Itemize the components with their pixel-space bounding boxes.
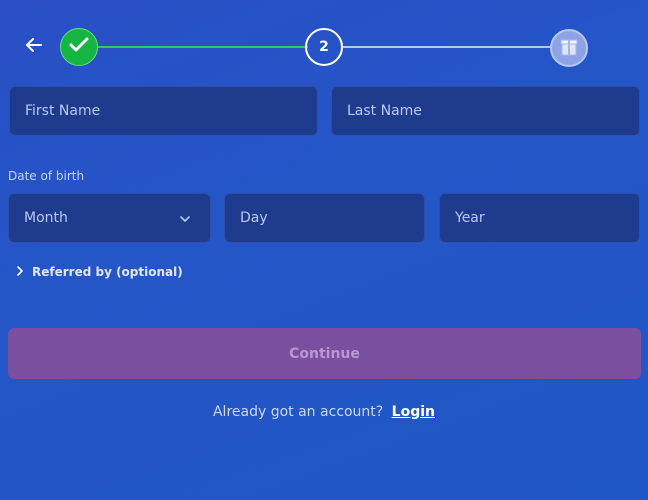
year-field[interactable]: Year — [439, 193, 640, 243]
back-arrow-icon[interactable] — [22, 35, 46, 59]
progress-line-pending — [342, 46, 552, 48]
login-link[interactable]: Login — [392, 404, 435, 420]
year-placeholder: Year — [455, 210, 485, 226]
date-of-birth-label: Date of birth — [8, 169, 85, 183]
chevron-right-icon — [16, 265, 24, 279]
step-1-complete — [60, 28, 98, 66]
referred-by-label: Referred by (optional) — [32, 265, 183, 279]
step-3-pending — [550, 29, 588, 67]
last-name-field[interactable]: Last Name — [331, 86, 640, 136]
step-2-current: 2 — [305, 28, 343, 66]
first-name-field[interactable]: First Name — [9, 86, 318, 136]
referred-by-toggle[interactable]: Referred by (optional) — [16, 265, 183, 279]
checkmark-icon — [69, 37, 89, 57]
month-placeholder: Month — [24, 210, 68, 226]
login-prompt: Already got an account? Login — [0, 404, 648, 420]
progress-line-completed — [96, 46, 308, 48]
last-name-placeholder: Last Name — [347, 103, 422, 119]
month-select[interactable]: Month — [8, 193, 211, 243]
progress-stepper: 2 — [0, 0, 648, 90]
continue-button[interactable]: Continue — [8, 328, 641, 379]
gift-icon — [560, 36, 578, 60]
day-placeholder: Day — [240, 210, 268, 226]
chevron-down-icon — [180, 212, 190, 222]
day-field[interactable]: Day — [224, 193, 425, 243]
login-prompt-text: Already got an account? — [212, 404, 384, 420]
first-name-placeholder: First Name — [25, 103, 101, 119]
